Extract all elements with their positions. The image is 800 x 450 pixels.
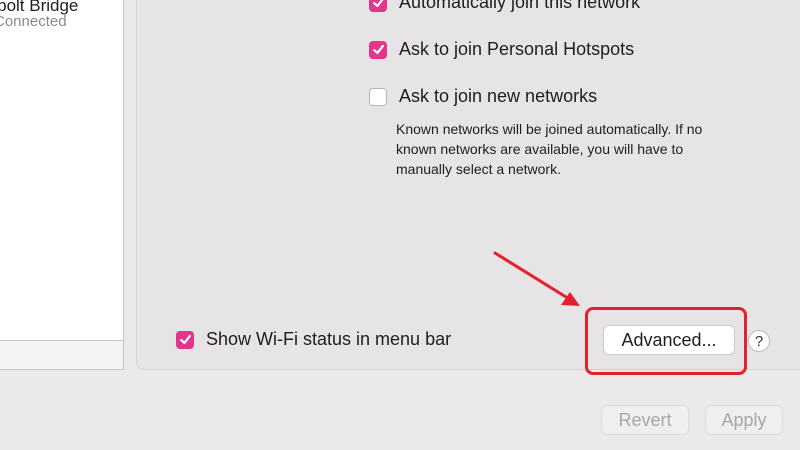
checkmark-icon [179,334,191,345]
show-wifi-status-option[interactable]: Show Wi-Fi status in menu bar [176,329,451,350]
ask-new-networks-label: Ask to join new networks [399,86,598,106]
network-list[interactable]: erbolt Bridge Connected [0,0,124,342]
ask-hotspots-checkbox[interactable] [369,40,387,59]
show-wifi-status-checkbox[interactable] [176,330,194,349]
advanced-button[interactable]: Advanced... [603,325,735,355]
checkmark-icon [372,44,384,55]
auto-join-option[interactable]: Automatically join this network [369,0,640,13]
show-wifi-status-label: Show Wi-Fi status in menu bar [206,329,452,349]
auto-join-label: Automatically join this network [399,0,641,12]
revert-button[interactable]: Revert [601,405,689,435]
known-networks-help-text: Known networks will be joined automatica… [396,121,703,177]
apply-button[interactable]: Apply [705,405,783,435]
auto-join-checkbox[interactable] [369,0,387,12]
checkmark-icon [372,0,383,8]
ask-hotspots-option[interactable]: Ask to join Personal Hotspots [369,39,634,60]
ask-hotspots-label: Ask to join Personal Hotspots [399,39,635,59]
network-status: Connected [0,13,67,30]
ask-new-networks-option[interactable]: Ask to join new networks [369,86,597,107]
help-button[interactable]: ? [748,330,770,352]
ask-new-networks-checkbox[interactable] [369,87,387,106]
network-list-footer [0,340,124,370]
